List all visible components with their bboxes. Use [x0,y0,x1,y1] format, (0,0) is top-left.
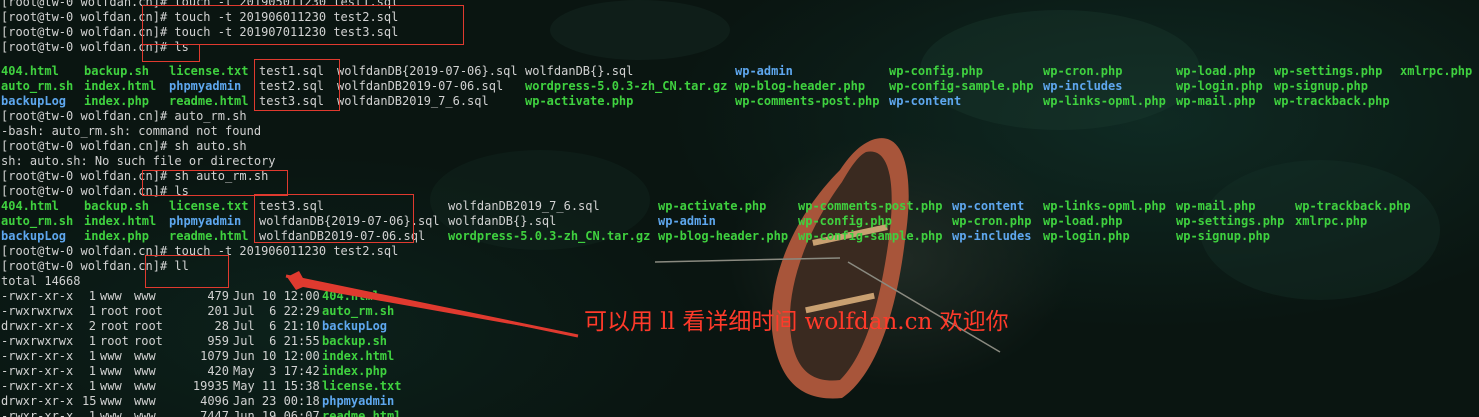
annotation-text: 可以用 ll 看详细时间 wolfdan.cn 欢迎你 [584,309,1009,335]
terminal-window[interactable]: [root@tw-0 wolfdan.cn]# touch -t 2019050… [0,0,1479,417]
annotation-arrow-icon [285,271,579,338]
